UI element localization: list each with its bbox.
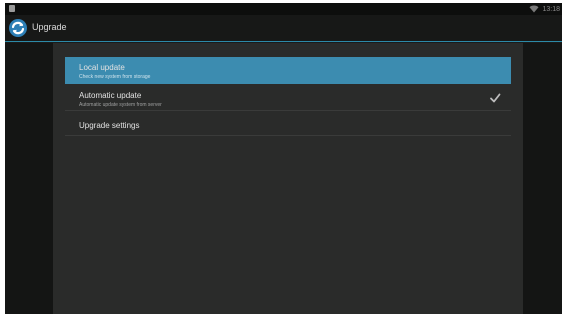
right-margin <box>523 43 562 314</box>
notification-icon <box>9 5 15 12</box>
status-time: 13:18 <box>542 5 560 13</box>
pref-local-update[interactable]: Local update Check new system from stora… <box>65 57 511 84</box>
pref-title: Upgrade settings <box>79 121 140 130</box>
upgrade-refresh-icon[interactable] <box>8 18 28 38</box>
pref-summary: Check new system from storage <box>79 74 151 80</box>
pref-automatic-update[interactable]: Automatic update Automatic update system… <box>65 85 511 111</box>
tv-screen: 13:18 Upgrade Local update Check new sys… <box>5 3 562 314</box>
wifi-icon <box>529 5 539 13</box>
pref-summary: Automatic update system from server <box>79 102 162 108</box>
action-bar: Upgrade <box>5 15 562 42</box>
preference-list: Local update Check new system from stora… <box>53 43 523 314</box>
pref-title: Automatic update <box>79 91 142 100</box>
status-right-group: 13:18 <box>529 4 560 14</box>
checkmark-icon[interactable] <box>489 92 501 104</box>
pref-title: Local update <box>79 63 125 72</box>
left-margin <box>5 43 53 314</box>
status-bar: 13:18 <box>5 3 562 15</box>
page-title: Upgrade <box>32 22 67 32</box>
pref-upgrade-settings[interactable]: Upgrade settings <box>65 112 511 136</box>
